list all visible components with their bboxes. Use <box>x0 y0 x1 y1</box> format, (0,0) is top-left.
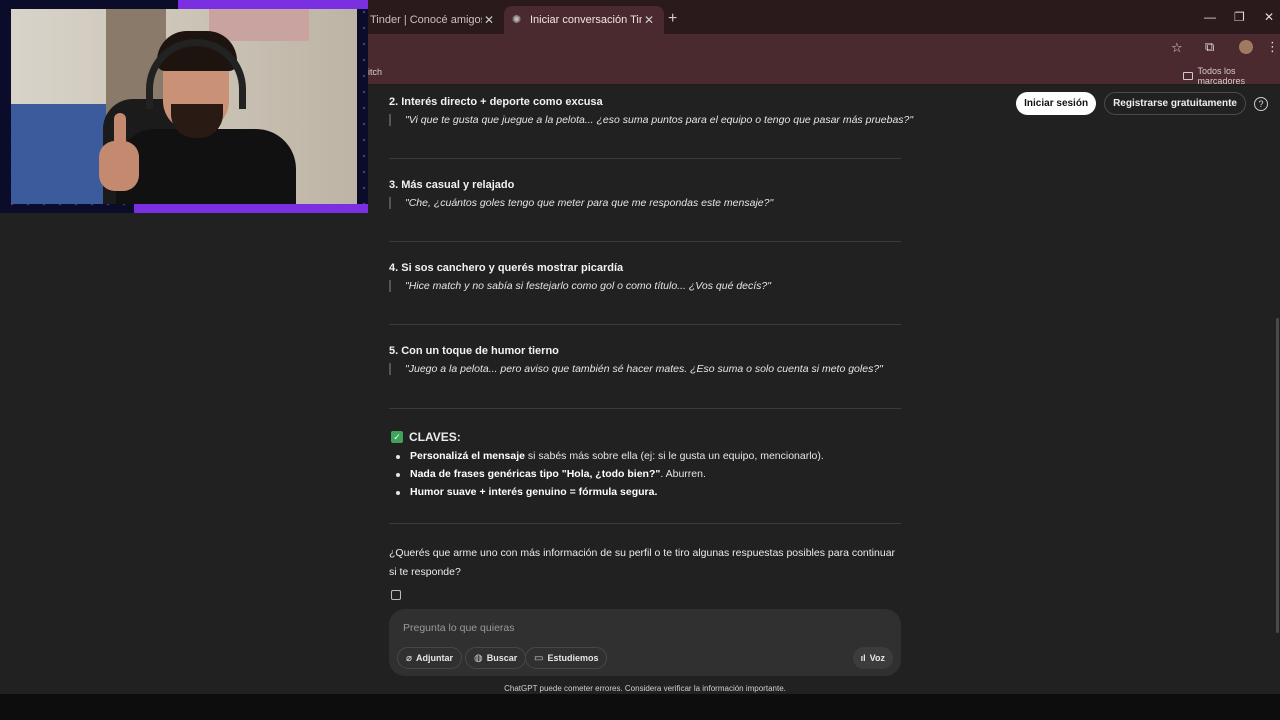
menu-kebab-icon[interactable]: ⋮ <box>1266 39 1279 55</box>
option-title: 4. Si sos canchero y querés mostrar pica… <box>389 262 624 274</box>
divider <box>389 408 901 409</box>
scrollbar[interactable] <box>1276 318 1279 633</box>
register-button[interactable]: Registrarse gratuitamente <box>1104 92 1246 115</box>
search-label: Buscar <box>486 653 518 663</box>
overlay-accent-bar <box>134 204 368 213</box>
claves-list: Personalizá el mensaje si sabés más sobr… <box>395 450 824 504</box>
profile-avatar[interactable] <box>1239 40 1253 54</box>
follow-up-question: ¿Querés que arme uno con más información… <box>389 547 896 578</box>
message-composer: Pregunta lo que quieras ⌀ Adjuntar ◍ Bus… <box>389 609 901 676</box>
list-item: Nada de frases genéricas tipo "Hola, ¿to… <box>395 468 824 480</box>
folder-icon <box>1183 72 1194 80</box>
overlay-accent-bar <box>178 0 368 9</box>
item-text: . Aburren. <box>660 468 706 480</box>
list-item: Humor suave + interés genuino = fórmula … <box>395 486 824 498</box>
minimize-icon[interactable]: — <box>1204 10 1216 24</box>
prompt-input[interactable]: Pregunta lo que quieras <box>403 622 515 634</box>
option-quote: "Che, ¿cuántos goles tengo que meter par… <box>389 197 773 209</box>
help-icon[interactable]: ? <box>1254 96 1268 111</box>
close-tab-icon[interactable]: ✕ <box>482 13 496 27</box>
option-section-2: 2. Interés directo + deporte como excusa… <box>389 96 919 126</box>
option-quote: "Vi que te gusta que juegue a la pelota.… <box>389 114 919 126</box>
option-title: 3. Más casual y relajado <box>389 179 515 191</box>
chatgpt-favicon-icon: ✺ <box>512 14 522 26</box>
voice-label: Voz <box>869 653 885 663</box>
option-quote: "Juego a la pelota... pero aviso que tam… <box>389 363 883 375</box>
study-label: Estudiemos <box>547 653 599 663</box>
option-section-3: 3. Más casual y relajado "Che, ¿cuántos … <box>389 179 773 209</box>
new-tab-icon[interactable]: + <box>668 10 677 28</box>
divider <box>389 241 901 242</box>
claves-heading: ✓ CLAVES: <box>391 430 461 444</box>
study-button[interactable]: ▭ Estudiemos <box>525 647 608 669</box>
option-quote: "Hice match y no sabía si festejarlo com… <box>389 280 771 292</box>
book-icon: ▭ <box>534 652 544 664</box>
tab-tinder[interactable]: Tinder | Conocé amigos y gente ✕ <box>362 6 504 34</box>
option-section-5: 5. Con un toque de humor tierno "Juego a… <box>389 345 883 375</box>
bottom-bar <box>0 694 1280 720</box>
all-bookmarks[interactable]: Todos los marcadores <box>1183 66 1280 86</box>
all-bookmarks-label: Todos los marcadores <box>1197 66 1245 86</box>
bookmark-star-icon[interactable]: ☆ <box>1171 40 1183 56</box>
globe-icon: ◍ <box>474 652 483 664</box>
streamer-torso <box>116 129 296 204</box>
divider <box>389 158 901 159</box>
attach-label: Adjuntar <box>416 653 454 663</box>
search-button[interactable]: ◍ Buscar <box>465 647 527 669</box>
webcam-feed <box>11 9 357 204</box>
streamer-hand <box>99 141 139 191</box>
extensions-icon[interactable]: ⧉ <box>1205 39 1214 55</box>
close-window-icon[interactable]: ✕ <box>1264 10 1274 24</box>
voice-button[interactable]: ıl Voz <box>852 647 893 669</box>
option-title: 5. Con un toque de humor tierno <box>389 345 559 357</box>
tab-iniciar-conversacion[interactable]: ✺ Iniciar conversación Tinder ✕ <box>504 6 664 34</box>
bookmark-item[interactable]: itch <box>368 67 382 77</box>
checkmark-icon: ✓ <box>391 431 403 443</box>
item-bold: Humor suave + interés genuino = fórmula … <box>410 486 658 498</box>
option-title: 2. Interés directo + deporte como excusa <box>389 96 603 108</box>
login-button[interactable]: Iniciar sesión <box>1016 92 1097 115</box>
screen: Tinder | Conocé amigos y gente ✕ ✺ Inici… <box>0 0 1280 720</box>
divider <box>389 523 901 524</box>
claves-title: CLAVES: <box>409 430 461 444</box>
webcam-overlay <box>0 0 368 213</box>
restore-icon[interactable]: ❐ <box>1234 10 1245 24</box>
close-tab-icon[interactable]: ✕ <box>642 13 656 27</box>
option-section-4: 4. Si sos canchero y querés mostrar pica… <box>389 262 771 292</box>
item-text: si sabés más sobre ella (ej: si le gusta… <box>524 450 824 462</box>
paperclip-icon: ⌀ <box>406 652 413 664</box>
list-item: Personalizá el mensaje si sabés más sobr… <box>395 450 824 462</box>
disclaimer: ChatGPT puede cometer errores. Considera… <box>504 684 786 693</box>
tab-label: Iniciar conversación Tinder <box>530 14 642 26</box>
tab-label: Tinder | Conocé amigos y gente <box>370 14 482 26</box>
item-bold: Nada de frases genéricas tipo "Hola, ¿to… <box>410 468 661 480</box>
attach-button[interactable]: ⌀ Adjuntar <box>397 647 463 669</box>
divider <box>389 324 901 325</box>
item-bold: Personalizá el mensaje <box>410 450 525 462</box>
copy-icon[interactable] <box>391 590 401 600</box>
header-actions: Iniciar sesión Registrarse gratuitamente… <box>1016 92 1268 115</box>
waveform-icon: ıl <box>860 653 866 663</box>
